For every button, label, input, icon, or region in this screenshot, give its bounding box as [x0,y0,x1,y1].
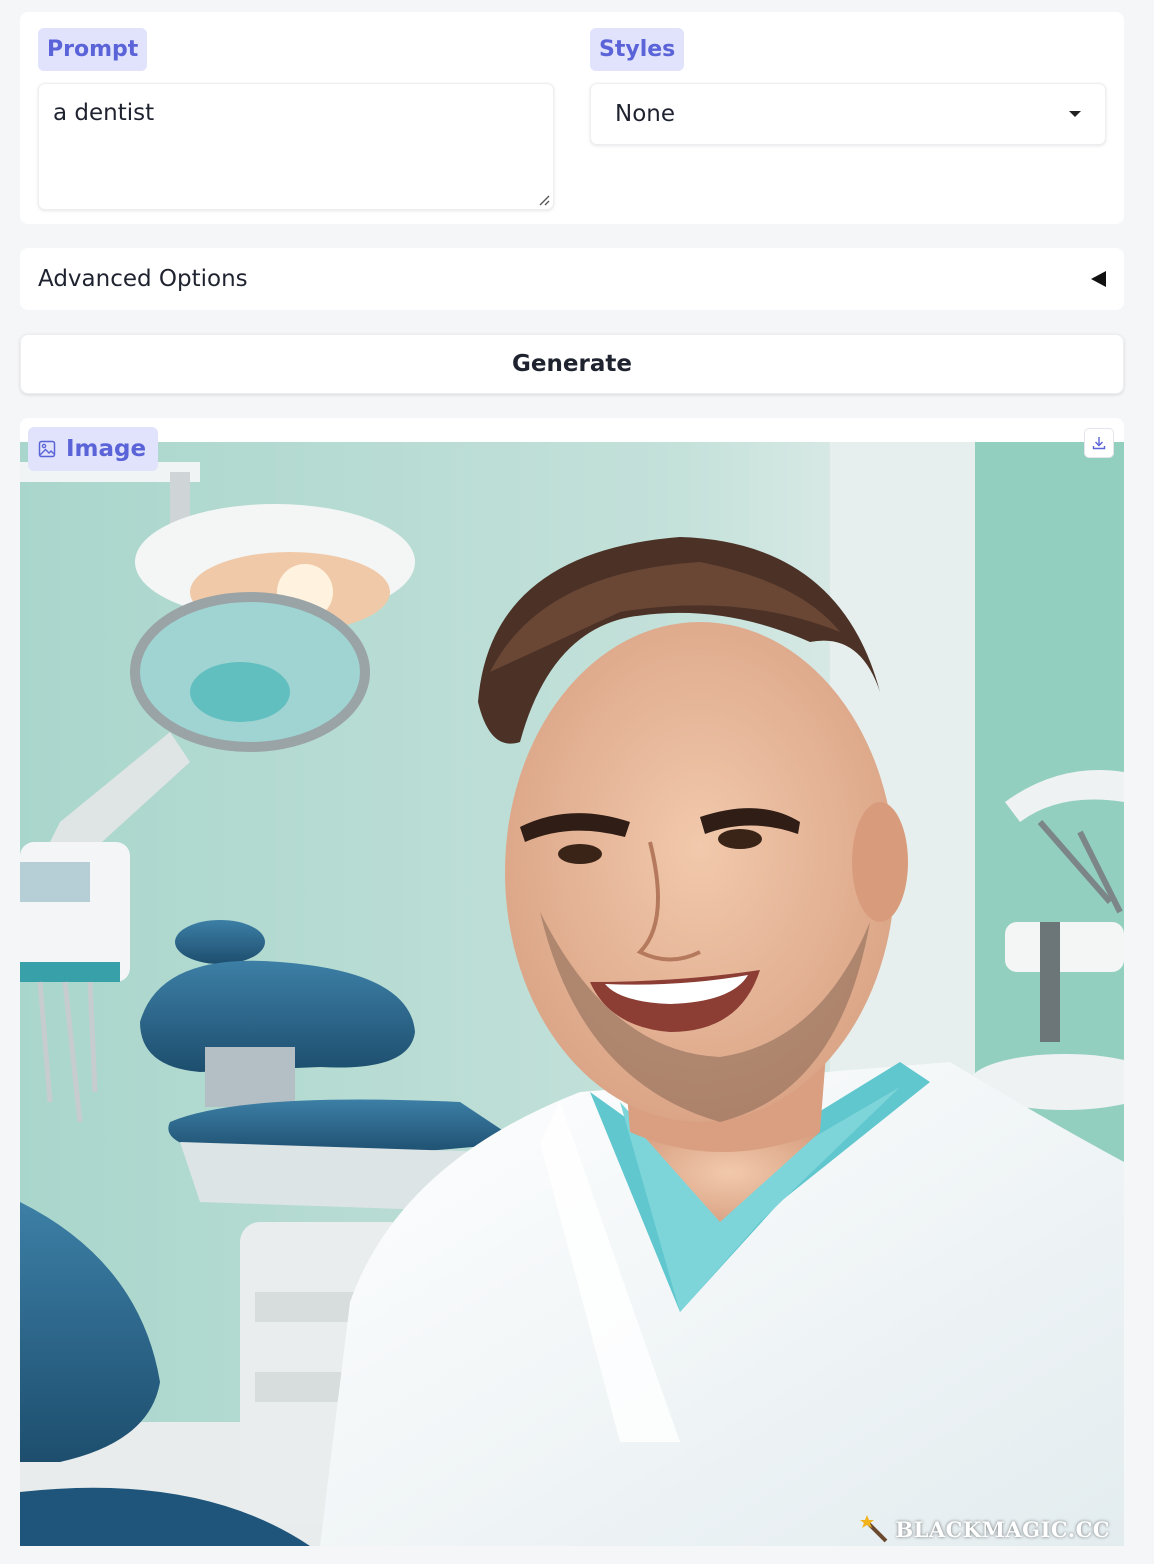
styles-selected-value: None [615,101,676,127]
magic-wand-icon [860,1515,888,1543]
advanced-options-accordion[interactable]: Advanced Options [20,248,1124,310]
resize-handle-icon[interactable] [538,194,550,206]
generate-button-label: Generate [512,351,632,377]
prompt-value: a dentist [53,100,155,126]
chevron-down-icon [1069,111,1081,117]
image-icon [38,440,56,458]
prompt-label: Prompt [38,28,148,71]
styles-dropdown[interactable]: None [590,83,1106,145]
watermark-text: BLACKMAGIC.CC [895,1516,1110,1542]
watermark: BLACKMAGIC.CC [859,1514,1110,1544]
output-image-panel: Image BLACKMAGIC.CC [20,418,1124,1546]
advanced-options-label: Advanced Options [38,266,248,292]
image-label-chip: Image [28,427,159,471]
download-icon [1092,437,1106,450]
image-label: Image [66,436,147,462]
generate-button[interactable]: Generate [20,334,1124,394]
collapse-arrow-icon [1091,271,1106,287]
generated-image [20,442,1124,1546]
download-button[interactable] [1084,428,1114,458]
prompt-styles-panel: Prompt a dentist Styles None [20,12,1124,224]
prompt-textarea[interactable]: a dentist [38,83,554,210]
styles-label: Styles [590,28,685,71]
